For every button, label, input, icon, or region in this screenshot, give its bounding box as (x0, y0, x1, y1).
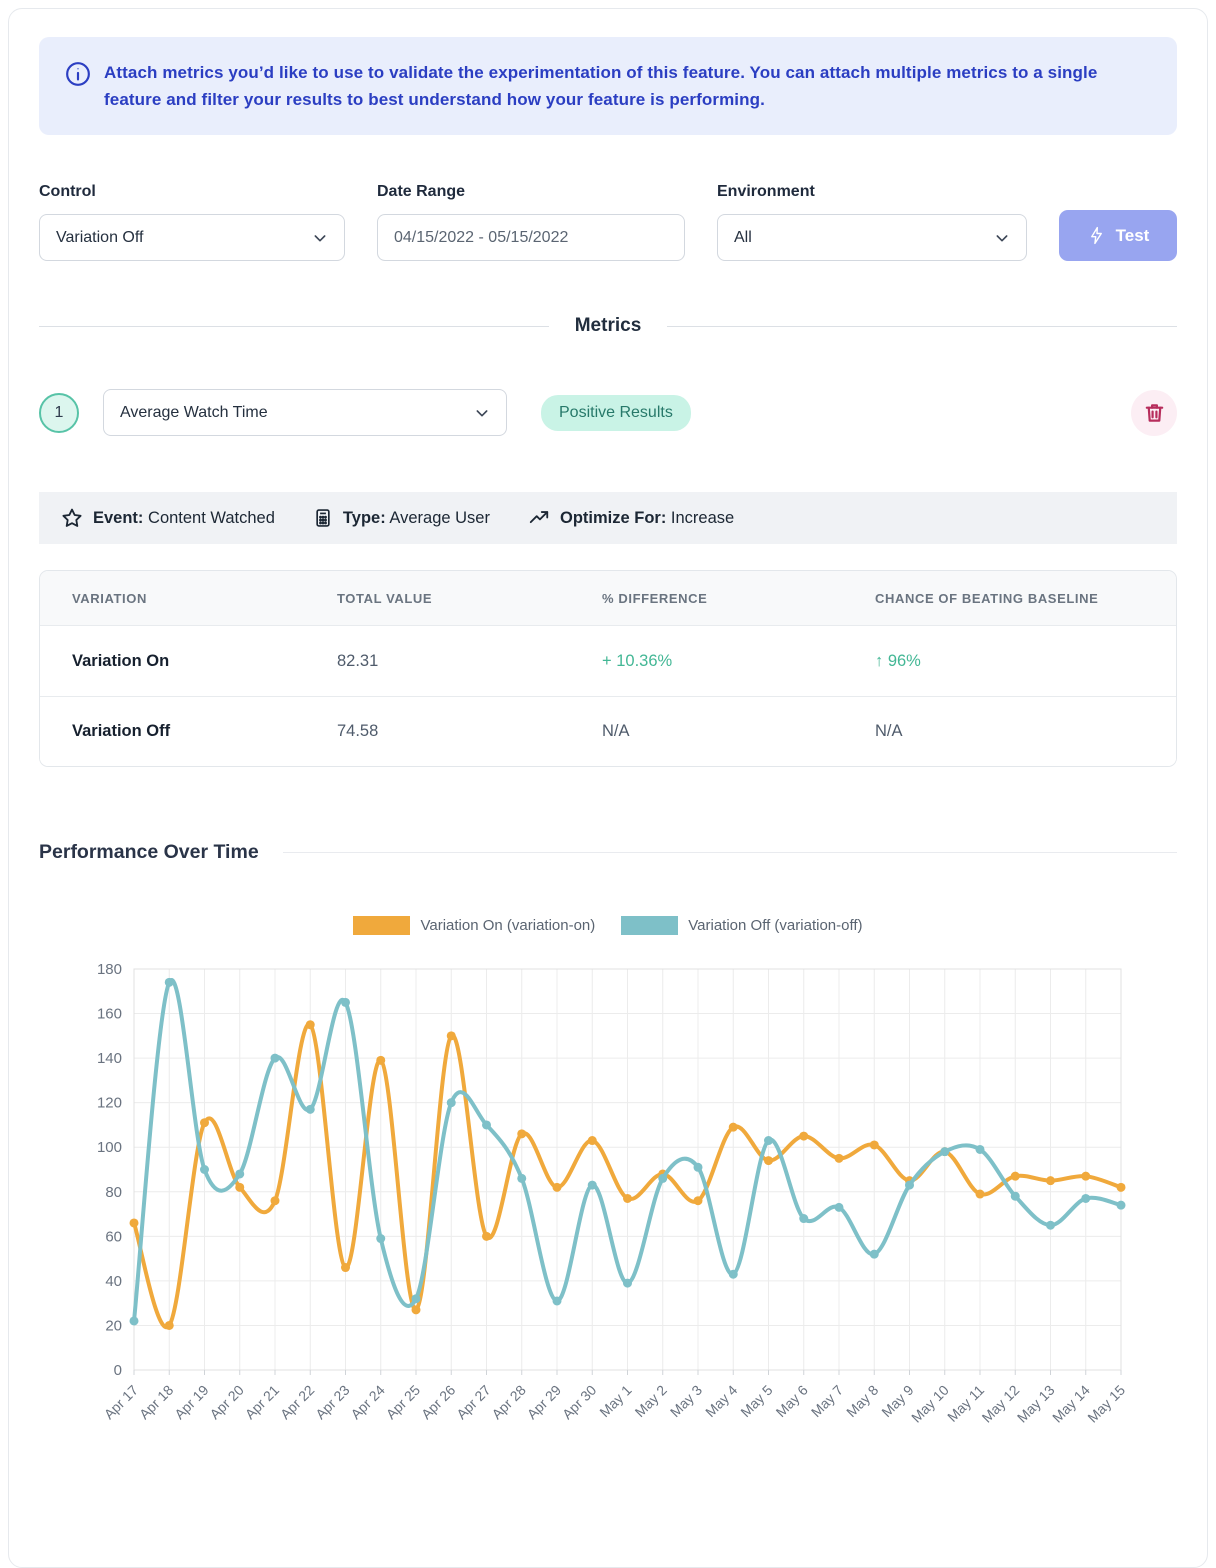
variation-name: Variation On (72, 652, 337, 671)
svg-text:May 5: May 5 (737, 1382, 775, 1420)
variation-name: Variation Off (72, 722, 337, 741)
metric-row: 1 Average Watch Time Positive Results (39, 389, 1177, 436)
svg-text:0: 0 (114, 1362, 122, 1379)
type-value: Average User (389, 509, 490, 527)
chevron-down-icon (312, 230, 328, 246)
svg-text:May 13: May 13 (1014, 1382, 1058, 1426)
environment-select-value: All (734, 229, 752, 247)
star-icon (61, 507, 83, 529)
svg-text:Apr 19: Apr 19 (171, 1382, 212, 1423)
legend-item-variation-off[interactable]: Variation Off (variation-off) (621, 916, 862, 935)
performance-title: Performance Over Time (39, 841, 259, 864)
svg-text:Apr 28: Apr 28 (488, 1382, 529, 1423)
metrics-section-divider: Metrics (39, 315, 1177, 337)
svg-text:Apr 21: Apr 21 (242, 1382, 283, 1423)
svg-text:100: 100 (97, 1139, 122, 1156)
svg-text:May 15: May 15 (1084, 1382, 1128, 1426)
total-value: 82.31 (337, 652, 602, 671)
controls-row: Control Variation Off Date Range 04/15/2… (39, 183, 1177, 261)
svg-text:Apr 24: Apr 24 (347, 1382, 388, 1423)
date-range-label: Date Range (377, 183, 685, 201)
info-icon (65, 61, 91, 87)
svg-text:Apr 30: Apr 30 (559, 1382, 600, 1423)
delete-metric-button[interactable] (1131, 390, 1177, 436)
svg-text:Apr 20: Apr 20 (206, 1382, 247, 1423)
results-table: VARIATION TOTAL VALUE % DIFFERENCE CHANC… (39, 570, 1177, 767)
svg-text:May 6: May 6 (773, 1382, 811, 1420)
legend-swatch-off (621, 916, 678, 935)
svg-text:Apr 22: Apr 22 (277, 1382, 318, 1423)
event-meta: Event: Content Watched (61, 507, 275, 529)
test-button[interactable]: Test (1059, 210, 1177, 261)
chart-legend: Variation On (variation-on) Variation Of… (39, 916, 1177, 935)
performance-line-chart: 020406080100120140160180Apr 17Apr 18Apr … (39, 939, 1179, 1469)
svg-text:May 2: May 2 (632, 1382, 670, 1420)
svg-text:May 7: May 7 (808, 1382, 846, 1420)
positive-results-badge: Positive Results (541, 395, 691, 431)
legend-item-variation-on[interactable]: Variation On (variation-on) (353, 916, 595, 935)
svg-text:160: 160 (97, 1006, 122, 1023)
trending-up-icon (528, 507, 550, 529)
metric-select-value: Average Watch Time (120, 404, 268, 422)
svg-text:May 8: May 8 (843, 1382, 881, 1420)
optimize-value: Increase (671, 509, 734, 527)
trash-icon (1143, 401, 1166, 424)
svg-text:60: 60 (105, 1228, 122, 1245)
chevron-down-icon (474, 405, 490, 421)
svg-text:Apr 23: Apr 23 (312, 1382, 353, 1423)
svg-text:May 1: May 1 (596, 1382, 634, 1420)
pct-difference: + 10.36% (602, 652, 875, 671)
svg-text:May 3: May 3 (667, 1382, 705, 1420)
metric-select[interactable]: Average Watch Time (103, 389, 507, 436)
table-row: Variation Off 74.58 N/A N/A (40, 696, 1176, 766)
info-banner: Attach metrics you’d like to use to vali… (39, 37, 1177, 135)
metrics-section-title: Metrics (549, 315, 668, 337)
control-label: Control (39, 183, 345, 201)
optimize-meta: Optimize For: Increase (528, 507, 734, 529)
metric-index-badge: 1 (39, 393, 79, 433)
control-select-value: Variation Off (56, 229, 143, 247)
chance-of-beating: ↑ 96% (875, 652, 1176, 671)
calculator-icon (313, 508, 333, 528)
legend-swatch-on (353, 916, 410, 935)
svg-text:Apr 26: Apr 26 (418, 1382, 459, 1423)
chance-of-beating: N/A (875, 722, 1176, 741)
environment-label: Environment (717, 183, 1027, 201)
svg-text:Apr 29: Apr 29 (524, 1382, 565, 1423)
banner-text: Attach metrics you’d like to use to vali… (104, 59, 1124, 113)
metric-meta-bar: Event: Content Watched Type: Average Use… (39, 492, 1177, 544)
svg-text:Apr 17: Apr 17 (101, 1382, 142, 1423)
svg-text:Apr 27: Apr 27 (453, 1382, 494, 1423)
event-value: Content Watched (148, 509, 275, 527)
svg-text:20: 20 (105, 1317, 122, 1334)
total-value: 74.58 (337, 722, 602, 741)
pct-difference: N/A (602, 722, 875, 741)
table-row: Variation On 82.31 + 10.36% ↑ 96% (40, 626, 1176, 696)
page-card: Attach metrics you’d like to use to vali… (8, 8, 1208, 1568)
date-range-value: 04/15/2022 - 05/15/2022 (394, 229, 568, 247)
svg-text:40: 40 (105, 1273, 122, 1290)
svg-text:80: 80 (105, 1184, 122, 1201)
chevron-down-icon (994, 230, 1010, 246)
lightning-icon (1087, 226, 1106, 245)
svg-text:May 10: May 10 (908, 1382, 952, 1426)
performance-section-header: Performance Over Time (39, 841, 1177, 864)
table-header-row: VARIATION TOTAL VALUE % DIFFERENCE CHANC… (40, 571, 1176, 626)
date-range-input[interactable]: 04/15/2022 - 05/15/2022 (377, 214, 685, 261)
svg-text:May 4: May 4 (702, 1382, 740, 1420)
svg-text:140: 140 (97, 1050, 122, 1067)
svg-text:120: 120 (97, 1095, 122, 1112)
svg-text:May 11: May 11 (944, 1382, 987, 1425)
svg-text:May 12: May 12 (979, 1382, 1023, 1426)
environment-select[interactable]: All (717, 214, 1027, 261)
svg-text:Apr 18: Apr 18 (136, 1382, 177, 1423)
svg-text:May 14: May 14 (1049, 1382, 1093, 1426)
svg-text:180: 180 (97, 961, 122, 978)
svg-text:Apr 25: Apr 25 (383, 1382, 424, 1423)
type-meta: Type: Average User (313, 508, 490, 528)
control-select[interactable]: Variation Off (39, 214, 345, 261)
